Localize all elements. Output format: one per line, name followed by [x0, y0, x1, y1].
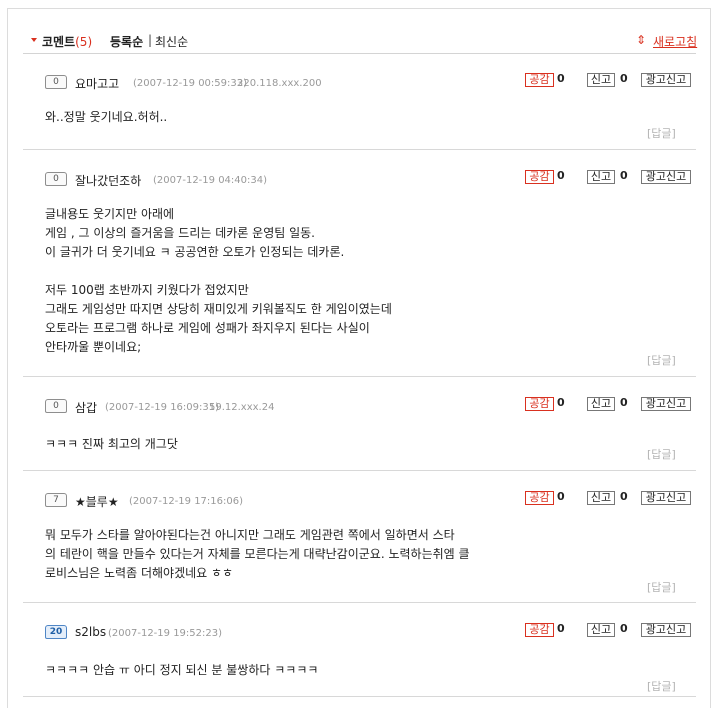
sort-registered-link[interactable]: 등록순	[110, 33, 143, 50]
comment-ip: 59.12.xxx.24	[209, 402, 275, 413]
ad-report-button[interactable]: 광고신고	[641, 623, 691, 637]
ad-report-button[interactable]: 광고신고	[641, 73, 691, 87]
report-count: 0	[620, 490, 628, 503]
comment-nickname[interactable]: ★블루★	[75, 493, 119, 510]
level-badge-icon: 0	[45, 75, 67, 89]
ad-report-button[interactable]: 광고신고	[641, 491, 691, 505]
reply-link[interactable]: [답글]	[647, 352, 676, 368]
like-button[interactable]: 공감	[525, 73, 554, 87]
comment-nickname[interactable]: 잘나갔던조하	[75, 172, 141, 189]
report-count: 0	[620, 396, 628, 409]
like-button[interactable]: 공감	[525, 491, 554, 505]
comment-title: 코멘트(5)	[42, 33, 92, 50]
reply-link[interactable]: [답글]	[647, 125, 676, 141]
comment-nickname[interactable]: 삼갑	[75, 399, 97, 416]
reply-link[interactable]: [답글]	[647, 678, 676, 694]
reply-link[interactable]: [답글]	[647, 446, 676, 462]
report-button[interactable]: 신고	[587, 170, 615, 184]
report-button[interactable]: 신고	[587, 623, 615, 637]
comment-item: 7 ★블루★ (2007-12-19 17:16:06) 공감 0 신고 0 광…	[23, 471, 696, 603]
comment-date: (2007-12-19 16:09:31)	[105, 402, 220, 413]
report-button[interactable]: 신고	[587, 397, 615, 411]
like-count: 0	[557, 396, 565, 409]
level-badge-icon: 0	[45, 399, 67, 413]
comment-nickname[interactable]: 요마고고	[75, 75, 119, 92]
ad-report-button[interactable]: 광고신고	[641, 170, 691, 184]
report-button[interactable]: 신고	[587, 491, 615, 505]
refresh-link[interactable]: 새로고침	[653, 33, 697, 50]
comment-title-label: 코멘트	[42, 35, 76, 49]
level-badge-icon: 20	[45, 625, 67, 639]
comment-date: (2007-12-19 04:40:34)	[153, 175, 268, 186]
ad-report-button[interactable]: 광고신고	[641, 397, 691, 411]
sort-latest-link[interactable]: 최신순	[155, 33, 188, 50]
comment-item: 0 삼갑 (2007-12-19 16:09:31) 59.12.xxx.24 …	[23, 377, 696, 471]
level-badge-icon: 0	[45, 172, 67, 186]
comment-ip: 220.118.xxx.200	[237, 78, 322, 89]
comment-date: (2007-12-19 17:16:06)	[129, 496, 244, 507]
arrow-down-icon	[31, 38, 37, 42]
sort-separator: |	[148, 33, 153, 47]
like-count: 0	[557, 72, 565, 85]
like-count: 0	[557, 622, 565, 635]
comment-item: 0 요마고고 (2007-12-19 00:59:33) 220.118.xxx…	[23, 53, 696, 150]
report-count: 0	[620, 169, 628, 182]
comment-panel: 코멘트(5) 등록순 | 최신순 ⇕ 새로고침 0 요마고고 (2007-12-…	[7, 8, 711, 708]
report-count: 0	[620, 72, 628, 85]
reply-link[interactable]: [답글]	[647, 579, 676, 595]
comment-header: 코멘트(5) 등록순 | 최신순 ⇕ 새로고침	[8, 9, 710, 53]
comment-text: ㅋㅋㅋㅋ 안습 ㅠ 아디 정지 되신 분 불쌍하다 ㅋㅋㅋㅋ	[45, 663, 319, 677]
like-button[interactable]: 공감	[525, 623, 554, 637]
comment-text: 와..정말 웃기네요.허허..	[45, 110, 168, 124]
like-count: 0	[557, 490, 565, 503]
comment-item: 20 s2lbs (2007-12-19 19:52:23) 공감 0 신고 0…	[23, 603, 696, 697]
comment-text: ㅋㅋㅋ 진짜 최고의 개그닷	[45, 437, 178, 451]
comment-nickname[interactable]: s2lbs	[75, 625, 106, 639]
refresh-icon[interactable]: ⇕	[636, 33, 646, 47]
comment-text: 뭐 모두가 스타를 알아야된다는건 아니지만 그래도 게임관련 쪽에서 일하면서…	[45, 528, 470, 580]
like-count: 0	[557, 169, 565, 182]
comment-date: (2007-12-19 19:52:23)	[108, 628, 223, 639]
comment-count: (5)	[75, 35, 93, 49]
like-button[interactable]: 공감	[525, 397, 554, 411]
level-badge-icon: 7	[45, 493, 67, 507]
comment-text: 글내용도 웃기지만 아래에 게임 , 그 이상의 즐거움을 드리는 데카론 운영…	[45, 207, 392, 354]
comment-date: (2007-12-19 00:59:33)	[133, 78, 248, 89]
comment-item: 0 잘나갔던조하 (2007-12-19 04:40:34) 공감 0 신고 0…	[23, 150, 696, 377]
report-count: 0	[620, 622, 628, 635]
like-button[interactable]: 공감	[525, 170, 554, 184]
report-button[interactable]: 신고	[587, 73, 615, 87]
